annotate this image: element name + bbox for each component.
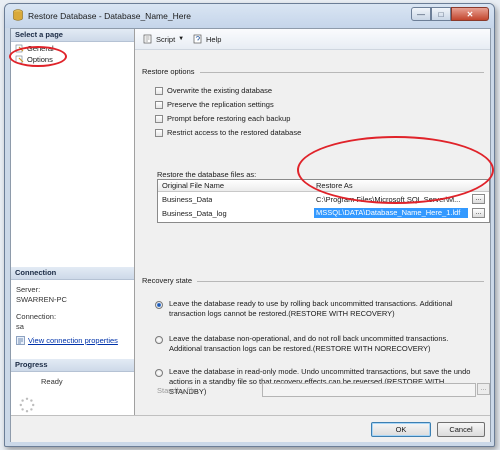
recovery-state-title: Recovery state xyxy=(142,276,193,285)
standby-file-input[interactable] xyxy=(262,383,476,397)
norecovery-radio[interactable] xyxy=(155,336,163,344)
restrict-access-checkbox-row[interactable]: Restrict access to the restored database xyxy=(155,127,301,138)
connection-section: Connection Server: SWARREN-PC Connection… xyxy=(11,267,134,345)
restore-as-path[interactable]: C:\Program Files\Microsoft SQL Server\M.… xyxy=(316,195,466,204)
dialog-footer: OK Cancel xyxy=(11,415,490,442)
cancel-button[interactable]: Cancel xyxy=(437,422,485,437)
dialog-client: Select a page General Options Connection… xyxy=(10,28,491,442)
minimize-icon: — xyxy=(417,9,425,19)
standby-browse-button[interactable]: ... xyxy=(477,383,490,395)
preserve-replication-checkbox-row[interactable]: Preserve the replication settings xyxy=(155,99,274,110)
toolbar: Script ▼ Help xyxy=(135,29,490,50)
overwrite-checkbox[interactable] xyxy=(155,86,163,95)
window-controls: — □ ✕ xyxy=(411,7,489,22)
progress-status: Ready xyxy=(41,377,63,386)
database-icon xyxy=(13,9,23,21)
overwrite-label: Overwrite the existing database xyxy=(167,86,273,95)
recovery-radio[interactable] xyxy=(155,301,163,309)
progress-section: Progress Ready xyxy=(11,359,134,386)
restore-options-title: Restore options xyxy=(142,67,195,76)
prompt-before-restoring-label: Prompt before restoring each backup xyxy=(167,114,291,123)
close-icon: ✕ xyxy=(466,9,474,19)
nav-item-label: General xyxy=(27,44,54,53)
page-icon xyxy=(15,44,24,53)
column-header-original[interactable]: Original File Name xyxy=(162,181,224,190)
browse-button[interactable]: ... xyxy=(472,194,485,204)
restore-files-label: Restore the database files as: xyxy=(157,170,257,179)
table-row[interactable]: Business_Data C:\Program Files\Microsoft… xyxy=(158,193,489,206)
norecovery-option-row[interactable]: Leave the database non-operational, and … xyxy=(155,334,480,354)
minimize-button[interactable]: — xyxy=(411,7,431,21)
standby-file-label: Standby file: xyxy=(157,386,199,395)
original-file-name: Business_Data xyxy=(162,195,213,204)
nav-item-label: Options xyxy=(27,55,53,64)
preserve-replication-checkbox[interactable] xyxy=(155,100,163,109)
table-row[interactable]: Business_Data_log MSSQL\DATA\Database_Na… xyxy=(158,207,489,220)
prompt-before-restoring-checkbox-row[interactable]: Prompt before restoring each backup xyxy=(155,113,290,124)
server-label: Server: xyxy=(16,285,41,294)
page-icon xyxy=(15,55,24,64)
connection-header: Connection xyxy=(11,267,134,280)
script-icon xyxy=(143,34,152,44)
right-pane: Script ▼ Help Restore options Overwrite … xyxy=(135,29,490,415)
script-button[interactable]: Script ▼ xyxy=(143,34,184,44)
restore-as-path-selected[interactable]: MSSQL\DATA\Database_Name_Here_1.ldf xyxy=(314,208,468,218)
chevron-down-icon: ▼ xyxy=(178,36,185,42)
ok-button[interactable]: OK xyxy=(371,422,431,437)
window-title: Restore Database - Database_Name_Here xyxy=(28,11,192,21)
recovery-option-row[interactable]: Leave the database ready to use by rolli… xyxy=(155,299,480,319)
restore-database-dialog: Restore Database - Database_Name_Here — … xyxy=(4,3,495,447)
maximize-icon: □ xyxy=(438,9,444,19)
maximize-button[interactable]: □ xyxy=(431,7,451,21)
norecovery-option-text: Leave the database non-operational, and … xyxy=(169,334,449,353)
grid-header: Original File Name Restore As xyxy=(158,180,489,192)
recovery-option-text: Leave the database ready to use by rolli… xyxy=(169,299,453,318)
original-file-name: Business_Data_log xyxy=(162,209,227,218)
connection-label: Connection: xyxy=(16,312,57,321)
server-value: SWARREN-PC xyxy=(16,295,67,304)
left-pane: Select a page General Options Connection… xyxy=(11,29,135,415)
overwrite-checkbox-row[interactable]: Overwrite the existing database xyxy=(155,85,272,96)
connection-value: sa xyxy=(16,322,24,331)
help-button[interactable]: Help xyxy=(193,34,221,44)
browse-button[interactable]: ... xyxy=(472,208,485,218)
column-header-restore-as[interactable]: Restore As xyxy=(316,181,353,190)
help-label: Help xyxy=(206,34,222,44)
nav-item-options[interactable]: Options xyxy=(15,54,53,65)
restrict-access-checkbox[interactable] xyxy=(155,128,163,137)
script-label: Script xyxy=(156,34,176,44)
view-connection-link[interactable]: View connection properties xyxy=(28,336,118,345)
view-connection-properties[interactable]: View connection properties xyxy=(16,336,118,345)
title-bar[interactable]: Restore Database - Database_Name_Here — … xyxy=(5,4,494,28)
restore-files-grid: Original File Name Restore As Business_D… xyxy=(157,179,490,223)
standby-radio[interactable] xyxy=(155,369,163,377)
prompt-before-restoring-checkbox[interactable] xyxy=(155,114,163,123)
help-icon xyxy=(193,34,202,44)
progress-spinner-icon xyxy=(19,397,35,413)
restrict-access-label: Restrict access to the restored database xyxy=(167,128,302,137)
select-page-header: Select a page xyxy=(11,29,134,42)
close-button[interactable]: ✕ xyxy=(451,7,489,21)
properties-icon xyxy=(16,336,25,345)
divider xyxy=(197,281,484,282)
nav-item-general[interactable]: General xyxy=(15,43,54,54)
progress-header: Progress xyxy=(11,359,134,372)
preserve-replication-label: Preserve the replication settings xyxy=(167,100,274,109)
divider xyxy=(200,72,484,73)
